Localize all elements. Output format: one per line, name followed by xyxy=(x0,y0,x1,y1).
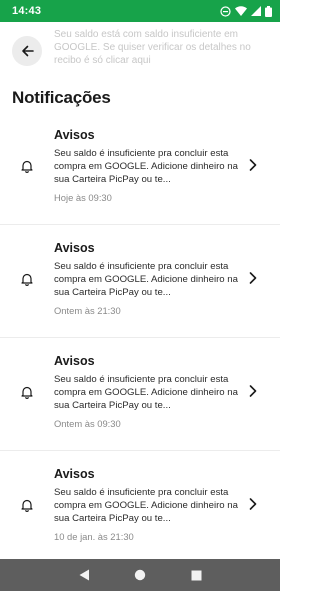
bell-icon xyxy=(21,499,33,512)
faded-background-text: Seu saldo está com saldo insuficiente em… xyxy=(54,29,251,66)
status-time: 14:43 xyxy=(12,5,42,17)
bell-icon xyxy=(21,160,33,173)
notification-list: Avisos Seu saldo é insuficiente pra conc… xyxy=(0,112,280,564)
notification-title: Avisos xyxy=(54,241,95,255)
system-recents-button[interactable] xyxy=(189,568,203,582)
status-bar: 14:43 xyxy=(0,0,280,22)
notification-title: Avisos xyxy=(54,354,95,368)
notification-content: Avisos Seu saldo é insuficiente pra conc… xyxy=(54,354,240,429)
system-nav-bar xyxy=(0,559,280,591)
notification-content: Avisos Seu saldo é insuficiente pra conc… xyxy=(54,467,240,542)
wifi-icon xyxy=(235,6,247,16)
notification-body: Seu saldo é insuficiente pra concluir es… xyxy=(54,374,238,412)
notification-body: Seu saldo é insuficiente pra concluir es… xyxy=(54,487,238,525)
bell-icon xyxy=(21,386,33,399)
arrow-left-icon xyxy=(21,45,34,57)
chevron-right-icon xyxy=(249,272,257,284)
back-button[interactable] xyxy=(12,36,42,66)
faded-background: Seu saldo está com saldo insuficiente em… xyxy=(0,22,280,88)
notification-content: Avisos Seu saldo é insuficiente pra conc… xyxy=(54,128,240,203)
notification-time: Ontem às 21:30 xyxy=(54,304,121,316)
chevron-right-icon xyxy=(249,159,257,171)
signal-icon xyxy=(251,6,261,16)
chevron-right-icon xyxy=(249,498,257,510)
battery-icon xyxy=(265,5,272,17)
page-title: Notificações xyxy=(12,88,111,107)
system-back-button[interactable] xyxy=(77,568,91,582)
system-home-button[interactable] xyxy=(133,568,147,582)
notification-time: Ontem às 09:30 xyxy=(54,417,121,429)
notification-title: Avisos xyxy=(54,467,95,481)
notification-body: Seu saldo é insuficiente pra concluir es… xyxy=(54,148,238,186)
status-icons xyxy=(220,5,272,17)
notification-item[interactable]: Avisos Seu saldo é insuficiente pra conc… xyxy=(0,451,280,564)
bell-icon xyxy=(21,273,33,286)
back-triangle-icon xyxy=(79,569,89,581)
notification-item[interactable]: Avisos Seu saldo é insuficiente pra conc… xyxy=(0,225,280,338)
chevron-right-icon xyxy=(249,385,257,397)
home-circle-icon xyxy=(134,569,146,581)
notification-content: Avisos Seu saldo é insuficiente pra conc… xyxy=(54,241,240,316)
notification-item[interactable]: Avisos Seu saldo é insuficiente pra conc… xyxy=(0,112,280,225)
notification-item[interactable]: Avisos Seu saldo é insuficiente pra conc… xyxy=(0,338,280,451)
notification-time: 10 de jan. às 21:30 xyxy=(54,530,134,542)
notification-title: Avisos xyxy=(54,128,95,142)
notification-body: Seu saldo é insuficiente pra concluir es… xyxy=(54,261,238,299)
notification-time: Hoje às 09:30 xyxy=(54,191,112,203)
recents-square-icon xyxy=(191,570,201,580)
do-not-disturb-icon xyxy=(220,5,231,17)
